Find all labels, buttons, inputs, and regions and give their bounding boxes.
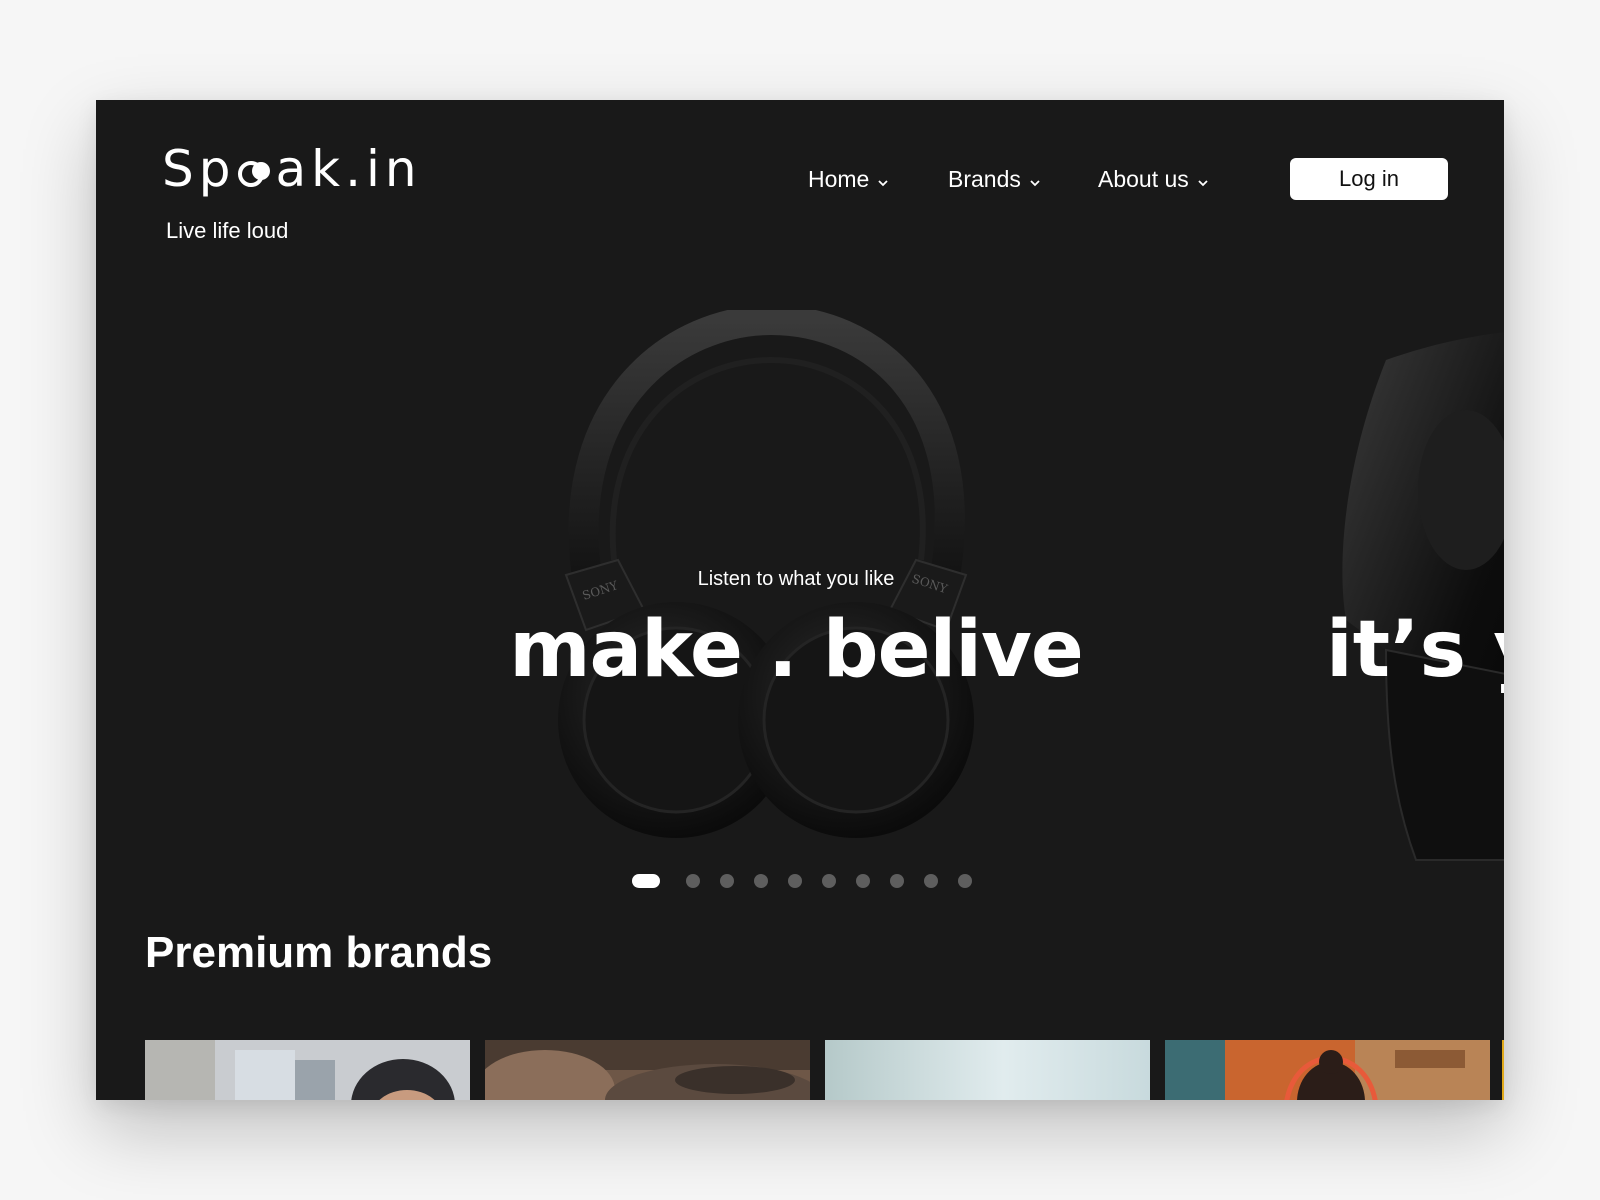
brand-card-4[interactable] <box>1165 1040 1490 1100</box>
chevron-down-icon <box>1030 179 1040 186</box>
carousel-dot-4[interactable] <box>754 874 768 888</box>
chevron-down-icon <box>878 179 888 186</box>
brand-photo-light-gradient <box>825 1040 1150 1100</box>
brand-card-2[interactable] <box>485 1040 810 1100</box>
carousel-dot-10[interactable] <box>958 874 972 888</box>
chevron-down-icon <box>1198 179 1208 186</box>
brand-photo-closeup-face <box>485 1040 810 1100</box>
carousel-dot-5[interactable] <box>788 874 802 888</box>
carousel-dot-2[interactable] <box>686 874 700 888</box>
earbuds-case-image <box>1342 332 1504 861</box>
carousel-dots <box>632 873 992 889</box>
brand-cards-row <box>145 1040 1490 1100</box>
hero-subtitle: Listen to what you like <box>697 568 895 590</box>
tagline: Live life loud <box>166 218 289 243</box>
next-slide-title: it’s y <box>1326 605 1504 695</box>
carousel-dot-3[interactable] <box>720 874 734 888</box>
brand-card-1[interactable] <box>145 1040 470 1100</box>
nav-item-label: Brands <box>948 166 1021 192</box>
brand-card-3[interactable] <box>825 1040 1150 1100</box>
hero-title: make . belive <box>509 605 1084 695</box>
carousel-dot-6[interactable] <box>822 874 836 888</box>
nav-item-label: Home <box>808 166 870 192</box>
nav-item-label: About us <box>1098 166 1189 192</box>
carousel-dot-8[interactable] <box>890 874 904 888</box>
nav-item-about-us[interactable]: About us <box>1098 166 1209 193</box>
page-frame: Sp ak.in Live life loud Home Brands About… <box>96 100 1504 1100</box>
brand-photo-woman-headphones <box>1165 1040 1490 1100</box>
login-button[interactable]: Log in <box>1290 158 1448 200</box>
carousel-dot-7[interactable] <box>856 874 870 888</box>
carousel-dot-1[interactable] <box>632 874 660 888</box>
carousel-dot-9[interactable] <box>924 874 938 888</box>
nav-item-home[interactable]: Home <box>808 166 889 193</box>
next-brand-card-edge <box>1502 1040 1504 1100</box>
brand-photo-person-headphones <box>145 1040 470 1100</box>
nav-item-brands[interactable]: Brands <box>948 166 1041 193</box>
premium-brands-heading: Premium brands <box>145 928 493 977</box>
